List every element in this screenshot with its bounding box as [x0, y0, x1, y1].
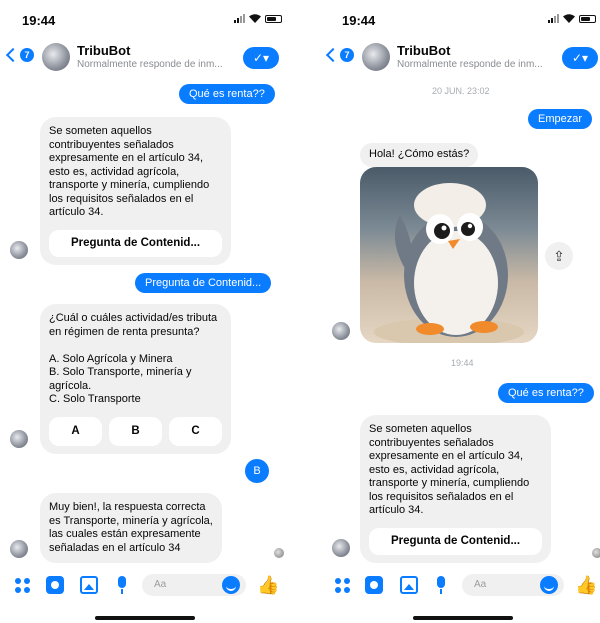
penguin-image[interactable]: [360, 167, 538, 343]
status-bar: 19:44: [320, 0, 600, 38]
phone-screen-left: 19:44 7 TribuBot Normalmente responde de…: [0, 0, 300, 623]
back-chevron-icon: [325, 47, 341, 63]
outgoing-message[interactable]: Qué es renta??: [498, 383, 594, 403]
outgoing-message[interactable]: Empezar: [528, 109, 593, 129]
bot-mini-avatar: [332, 539, 350, 557]
date-stamp: 20 JUN. 23:02: [432, 86, 490, 96]
bot-avatar[interactable]: [42, 43, 70, 71]
bot-feedback-card: Muy bien!, la respuesta correcta es Tran…: [40, 493, 222, 563]
camera-icon[interactable]: [365, 576, 383, 594]
chat-title[interactable]: TribuBot: [397, 43, 450, 58]
signal-icon: [548, 14, 559, 23]
message-input[interactable]: Aa: [142, 574, 246, 596]
question-text: ¿Cuál o cuáles actividad/es tributa en r…: [49, 312, 218, 405]
emoji-icon[interactable]: [222, 576, 240, 594]
bot-mini-avatar: [10, 540, 28, 558]
message-composer: Aa 👍: [0, 572, 300, 598]
chat-title[interactable]: TribuBot: [77, 43, 130, 58]
message-text: Se someten aquellos contribuyentes señal…: [369, 423, 530, 516]
emoji-icon[interactable]: [540, 576, 558, 594]
feedback-text: Muy bien!, la respuesta correcta es Tran…: [49, 501, 213, 554]
bot-avatar[interactable]: [362, 43, 390, 71]
option-a-button[interactable]: A: [49, 416, 102, 446]
message-text: Se someten aquellos contribuyentes señal…: [49, 125, 210, 218]
unread-badge: 7: [340, 48, 354, 62]
message-placeholder: Aa: [474, 579, 487, 590]
read-receipt-avatar: [274, 548, 284, 558]
read-receipt-avatar: [592, 548, 600, 558]
mic-icon[interactable]: [432, 576, 450, 594]
chat-header: 7 TribuBot Normalmente responde de inm..…: [0, 38, 300, 80]
option-c-button[interactable]: C: [169, 416, 222, 446]
quick-reply-button[interactable]: Pregunta de Contenid...: [369, 527, 542, 555]
share-icon[interactable]: ⇪: [545, 242, 573, 270]
penguin-illustration: [374, 183, 524, 343]
phone-screen-right: 19:44 7 TribuBot Normalmente responde de…: [320, 0, 600, 623]
quick-reply-button[interactable]: Pregunta de Contenid...: [49, 229, 222, 257]
back-chevron-icon: [5, 47, 21, 63]
check-menu-button[interactable]: ✓▾: [243, 47, 279, 69]
bot-mini-avatar: [10, 430, 28, 448]
thumbs-up-icon[interactable]: 👍: [257, 576, 279, 594]
home-indicator: [413, 616, 513, 620]
battery-icon: [265, 15, 282, 23]
mic-icon[interactable]: [113, 576, 131, 594]
thumbs-up-icon[interactable]: 👍: [575, 576, 597, 594]
bot-mini-avatar: [10, 241, 28, 259]
wifi-icon: [563, 14, 575, 23]
time-stamp: 19:44: [451, 358, 474, 368]
status-time: 19:44: [342, 13, 376, 28]
status-icons: [548, 14, 596, 23]
check-menu-button[interactable]: ✓▾: [562, 47, 598, 69]
bot-question-card: ¿Cuál o cuáles actividad/es tributa en r…: [40, 304, 231, 454]
bot-mini-avatar: [332, 322, 350, 340]
signal-icon: [234, 14, 245, 23]
greeting-text: Hola! ¿Cómo estás?: [369, 148, 470, 160]
apps-icon[interactable]: [13, 576, 31, 594]
camera-icon[interactable]: [46, 576, 64, 594]
chat-subtitle: Normalmente responde de inm...: [77, 59, 223, 70]
outgoing-answer[interactable]: B: [245, 459, 269, 483]
status-bar: 19:44: [0, 0, 300, 38]
option-b-button[interactable]: B: [109, 416, 162, 446]
gallery-icon[interactable]: [80, 576, 98, 594]
bot-message-card: Se someten aquellos contribuyentes señal…: [360, 415, 551, 563]
status-time: 19:44: [22, 13, 56, 28]
chat-header: 7 TribuBot Normalmente responde de inm..…: [320, 38, 600, 80]
status-icons: [234, 14, 282, 23]
bot-greeting: Hola! ¿Cómo estás?: [360, 143, 479, 167]
wifi-icon: [249, 14, 261, 23]
unread-badge: 7: [20, 48, 34, 62]
outgoing-message[interactable]: Qué es renta??: [179, 84, 275, 104]
message-placeholder: Aa: [154, 579, 167, 590]
apps-icon[interactable]: [333, 576, 351, 594]
bot-message-card: Se someten aquellos contribuyentes señal…: [40, 117, 231, 265]
gallery-icon[interactable]: [400, 576, 418, 594]
home-indicator: [95, 616, 195, 620]
answer-options: A B C: [49, 416, 222, 446]
battery-icon: [579, 15, 596, 23]
message-composer: Aa 👍: [320, 572, 600, 598]
chat-subtitle: Normalmente responde de inm...: [397, 59, 543, 70]
back-button[interactable]: 7: [325, 47, 354, 63]
message-input[interactable]: Aa: [462, 574, 564, 596]
back-button[interactable]: 7: [5, 47, 34, 63]
outgoing-message[interactable]: Pregunta de Contenid...: [135, 273, 272, 293]
